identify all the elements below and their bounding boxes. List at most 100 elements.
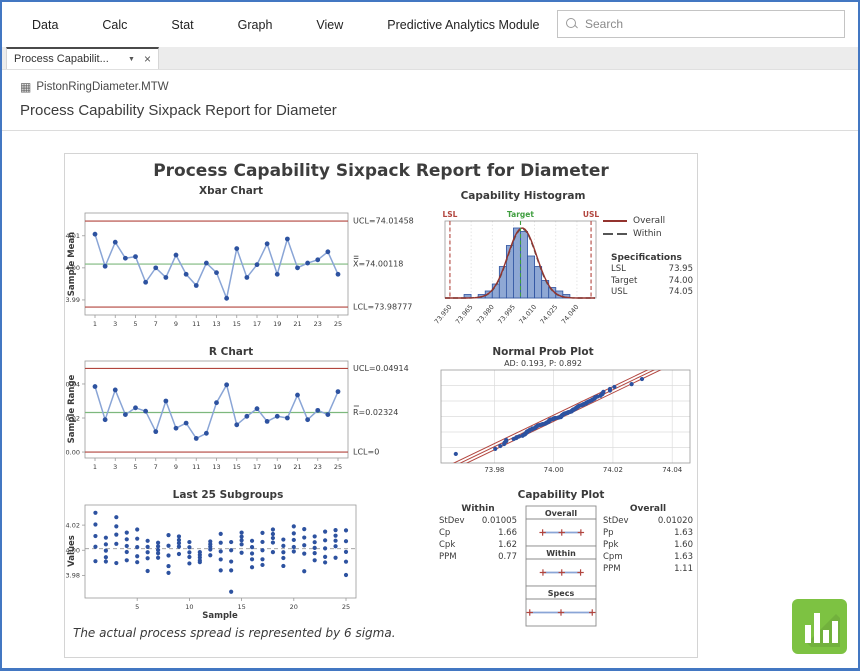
svg-text:7: 7	[154, 320, 158, 328]
svg-text:74.025: 74.025	[539, 303, 560, 326]
svg-text:21: 21	[293, 320, 301, 328]
normal-prob-plot-chart: Normal Prob PlotAD: 0.193, P: 0.892 73.98…	[441, 346, 690, 474]
menu-predictive-analytics-module[interactable]: Predictive Analytics Module	[387, 18, 539, 32]
svg-text:25: 25	[334, 320, 342, 328]
svg-text:Sample: Sample	[202, 611, 238, 621]
spec-lsl-label: LSL	[611, 264, 626, 276]
worksheet-link[interactable]: ▦ PistonRingDiameter.MTW	[20, 81, 858, 93]
svg-text:9: 9	[174, 463, 178, 471]
sixpack-report[interactable]: Process Capability Sixpack Report for Di…	[64, 153, 698, 658]
stat-value: 1.66	[498, 527, 517, 539]
search-box[interactable]	[557, 10, 845, 38]
legend-within-label: Within	[633, 229, 662, 239]
svg-text:UCL=74.01458: UCL=74.01458	[353, 217, 414, 226]
svg-text:5: 5	[135, 603, 139, 611]
stat-value: 1.62	[498, 539, 517, 551]
svg-text:74.02: 74.02	[603, 466, 623, 474]
svg-text:LCL=73.98777: LCL=73.98777	[353, 303, 412, 312]
app-window: Data Calc Stat Graph View Predictive Ana…	[0, 0, 860, 671]
svg-text:LSL: LSL	[442, 210, 457, 219]
stat-label: PPM	[603, 563, 621, 575]
svg-text:7: 7	[154, 463, 158, 471]
svg-text:1: 1	[93, 463, 97, 471]
spec-row: USL 74.05	[611, 287, 693, 299]
svg-text:Capability Histogram: Capability Histogram	[461, 190, 586, 202]
svg-text:Capability Plot: Capability Plot	[518, 489, 605, 501]
search-input[interactable]	[585, 17, 815, 31]
report-footnote: The actual process spread is represented…	[73, 626, 396, 640]
svg-text:73.98: 73.98	[484, 466, 504, 474]
within-stats-block: Within StDev0.01005 Cp1.66 Cpk1.62 PPM0.…	[439, 504, 517, 563]
svg-text:Last 25 Subgroups: Last 25 Subgroups	[173, 489, 284, 501]
overall-stats-block: Overall StDev0.01020 Pp1.63 Ppk1.60 Cpm1…	[603, 504, 693, 575]
svg-text:AD: 0.193, P: 0.892: AD: 0.193, P: 0.892	[504, 359, 582, 368]
stat-label: Cpm	[603, 551, 623, 563]
svg-text:74.01: 74.01	[65, 232, 80, 240]
svg-text:5: 5	[133, 320, 137, 328]
svg-text:13: 13	[212, 463, 220, 471]
bar-chart-glyph	[792, 599, 847, 654]
svg-text:73.980: 73.980	[475, 303, 496, 326]
svg-text:74.04: 74.04	[662, 466, 683, 474]
legend-within: Within	[603, 227, 703, 240]
svg-text:5: 5	[133, 463, 137, 471]
stat-label: Ppk	[603, 539, 618, 551]
svg-text:UCL=0.04914: UCL=0.04914	[353, 364, 409, 373]
svg-text:74.040: 74.040	[560, 303, 581, 326]
stat-value: 1.60	[674, 539, 693, 551]
svg-text:19: 19	[273, 320, 281, 328]
minitab-graph-icon	[792, 599, 847, 654]
svg-text:Normal Prob Plot: Normal Prob Plot	[492, 346, 593, 358]
menu-graph[interactable]: Graph	[238, 18, 273, 32]
svg-text:USL: USL	[583, 210, 599, 219]
tab-process-capability[interactable]: Process Capabilit... ▼ ×	[6, 47, 159, 69]
svg-text:17: 17	[253, 320, 261, 328]
document-heading: Process Capability Sixpack Report for Di…	[20, 102, 858, 119]
stat-label: Pp	[603, 527, 614, 539]
svg-text:3: 3	[113, 463, 117, 471]
tab-bar: Process Capabilit... ▼ ×	[2, 47, 858, 70]
svg-text:74.02: 74.02	[65, 521, 80, 529]
svg-text:19: 19	[273, 463, 281, 471]
rchart-chart: R ChartSample Range0.040.020.00135791113…	[66, 346, 409, 471]
stat-value: 1.63	[674, 551, 693, 563]
within-stats-title: Within	[439, 504, 517, 514]
svg-text:Within: Within	[546, 549, 576, 558]
svg-text:0.04: 0.04	[66, 380, 80, 388]
spec-usl-label: USL	[611, 287, 627, 299]
svg-text:X=74.00118: X=74.00118	[353, 260, 403, 269]
svg-text:LCL=0: LCL=0	[353, 448, 379, 457]
menu-stat[interactable]: Stat	[171, 18, 193, 32]
last-25-subgroups-chart: Last 25 SubgroupsValuesSample74.0274.007…	[65, 489, 356, 621]
svg-text:11: 11	[192, 320, 200, 328]
tab-dropdown-icon[interactable]: ▼	[128, 56, 135, 63]
svg-text:74.00: 74.00	[65, 264, 80, 272]
svg-text:15: 15	[237, 603, 245, 611]
svg-text:23: 23	[314, 463, 322, 471]
xbar-chart: Xbar ChartSample Mean74.0174.0073.991357…	[65, 185, 414, 328]
search-icon	[566, 18, 578, 30]
stat-value: 1.11	[674, 563, 693, 575]
svg-text:73.950: 73.950	[433, 303, 454, 326]
svg-text:15: 15	[233, 463, 241, 471]
worksheet-name: PistonRingDiameter.MTW	[36, 81, 168, 93]
legend-overall-label: Overall	[633, 216, 665, 226]
svg-text:73.995: 73.995	[496, 303, 517, 326]
stat-value: 0.77	[498, 551, 517, 563]
menu-calc[interactable]: Calc	[102, 18, 127, 32]
overall-stats-title: Overall	[603, 504, 693, 514]
stat-label: Cp	[439, 527, 450, 539]
menu-view[interactable]: View	[316, 18, 343, 32]
svg-text:Overall: Overall	[545, 509, 578, 518]
tab-close-icon[interactable]: ×	[144, 53, 151, 65]
svg-text:74.010: 74.010	[517, 303, 538, 326]
stat-label: StDev	[603, 515, 629, 527]
menu-data[interactable]: Data	[32, 18, 58, 32]
svg-text:15: 15	[233, 320, 241, 328]
svg-text:25: 25	[334, 463, 342, 471]
capability-histogram-chart: Capability HistogramLSLUSLTarget73.95073…	[433, 190, 600, 326]
svg-text:11: 11	[192, 463, 200, 471]
spec-target-value: 74.00	[669, 276, 693, 288]
svg-text:17: 17	[253, 463, 261, 471]
svg-text:0.02: 0.02	[66, 414, 80, 422]
